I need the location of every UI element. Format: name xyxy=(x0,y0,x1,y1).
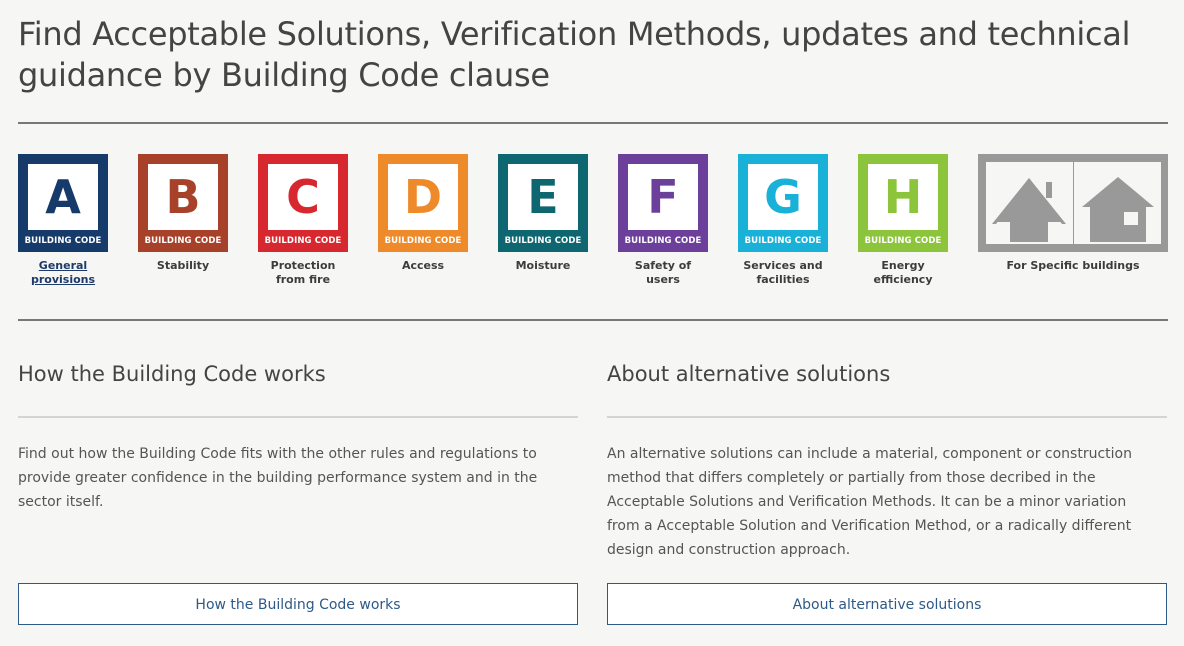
house-garage-icon xyxy=(1074,162,1161,244)
clause-code-label: BUILDING CODE xyxy=(738,232,828,250)
clause-code-label: BUILDING CODE xyxy=(858,232,948,250)
clause-c-tile: C BUILDING CODE xyxy=(258,154,348,252)
clause-d-tile: D BUILDING CODE xyxy=(378,154,468,252)
clause-label: General provisions xyxy=(18,259,108,287)
clause-b-tile: B BUILDING CODE xyxy=(138,154,228,252)
clause-label-line-1: Energy xyxy=(881,259,925,272)
clause-code-label: BUILDING CODE xyxy=(498,232,588,250)
clause-label-line-1: Access xyxy=(401,259,445,272)
clause-label-line-1: Stability xyxy=(156,259,210,272)
clause-label-line-2: users xyxy=(646,273,680,286)
clause-label: Safety of users xyxy=(618,259,708,287)
clause-c-link[interactable]: C BUILDING CODE Protection from fire xyxy=(258,154,348,287)
section-divider xyxy=(607,416,1167,418)
clause-label: Services and facilities xyxy=(738,259,828,287)
clause-label-line-1: Services and xyxy=(743,259,823,272)
clause-letter: A xyxy=(28,164,98,230)
clause-label: Protection from fire xyxy=(258,259,348,287)
clause-letter: D xyxy=(388,164,458,230)
clause-label-line-2: efficiency xyxy=(873,273,933,286)
clause-code-label: BUILDING CODE xyxy=(618,232,708,250)
clause-e-link[interactable]: E BUILDING CODE Moisture xyxy=(498,154,588,273)
page-title-line-1: Find Acceptable Solutions, Verification … xyxy=(18,15,1131,53)
clause-f-link[interactable]: F BUILDING CODE Safety of users xyxy=(618,154,708,287)
page-title: Find Acceptable Solutions, Verification … xyxy=(18,14,1138,96)
clause-label-line-1: Safety of xyxy=(634,259,692,272)
clause-code-label: BUILDING CODE xyxy=(138,232,228,250)
divider xyxy=(18,319,1168,321)
about-alternative-solutions-button[interactable]: About alternative solutions xyxy=(607,583,1167,625)
specific-buildings-link[interactable]: For Specific buildings xyxy=(978,154,1168,273)
clause-h-link[interactable]: H BUILDING CODE Energy efficiency xyxy=(858,154,948,287)
section-text: An alternative solutions can include a m… xyxy=(607,446,1132,558)
clause-g-link[interactable]: G BUILDING CODE Services and facilities xyxy=(738,154,828,287)
clause-letter: G xyxy=(748,164,818,230)
clause-label-line-2: from fire xyxy=(275,273,331,286)
clause-label: Moisture xyxy=(498,259,588,273)
section-text: Find out how the Building Code fits with… xyxy=(18,446,538,510)
how-building-code-works-button[interactable]: How the Building Code works xyxy=(18,583,578,625)
clause-h-tile: H BUILDING CODE xyxy=(858,154,948,252)
clause-label-line-1: General xyxy=(38,259,88,272)
clause-e-tile: E BUILDING CODE xyxy=(498,154,588,252)
clause-f-tile: F BUILDING CODE xyxy=(618,154,708,252)
clause-label: Stability xyxy=(138,259,228,273)
clause-a-link[interactable]: A BUILDING CODE General provisions xyxy=(18,154,108,287)
clause-label: Energy efficiency xyxy=(858,259,948,287)
clause-letter: E xyxy=(508,164,578,230)
clause-b-link[interactable]: B BUILDING CODE Stability xyxy=(138,154,228,273)
divider xyxy=(18,122,1168,124)
section-title: About alternative solutions xyxy=(607,362,891,386)
clause-letter: H xyxy=(868,164,938,230)
clause-letter: B xyxy=(148,164,218,230)
clause-d-link[interactable]: D BUILDING CODE Access xyxy=(378,154,468,273)
clause-label-line-1: Protection xyxy=(270,259,336,272)
clause-label-line-1: Moisture xyxy=(515,259,571,272)
clause-label-line-2: facilities xyxy=(756,273,810,286)
house-roof-icon xyxy=(986,162,1073,244)
clause-letter: C xyxy=(268,164,338,230)
clause-code-label: BUILDING CODE xyxy=(258,232,348,250)
clause-code-label: BUILDING CODE xyxy=(378,232,468,250)
clause-a-tile: A BUILDING CODE xyxy=(18,154,108,252)
section-divider xyxy=(18,416,578,418)
clause-code-label: BUILDING CODE xyxy=(18,232,108,250)
clause-g-tile: G BUILDING CODE xyxy=(738,154,828,252)
page-title-line-2: guidance by Building Code clause xyxy=(18,56,550,94)
section-title: How the Building Code works xyxy=(18,362,326,386)
clause-letter: F xyxy=(628,164,698,230)
specific-buildings-tile xyxy=(978,154,1168,252)
clause-label-line-2: provisions xyxy=(30,273,96,286)
clause-label: Access xyxy=(378,259,468,273)
specific-buildings-label: For Specific buildings xyxy=(1006,259,1140,272)
